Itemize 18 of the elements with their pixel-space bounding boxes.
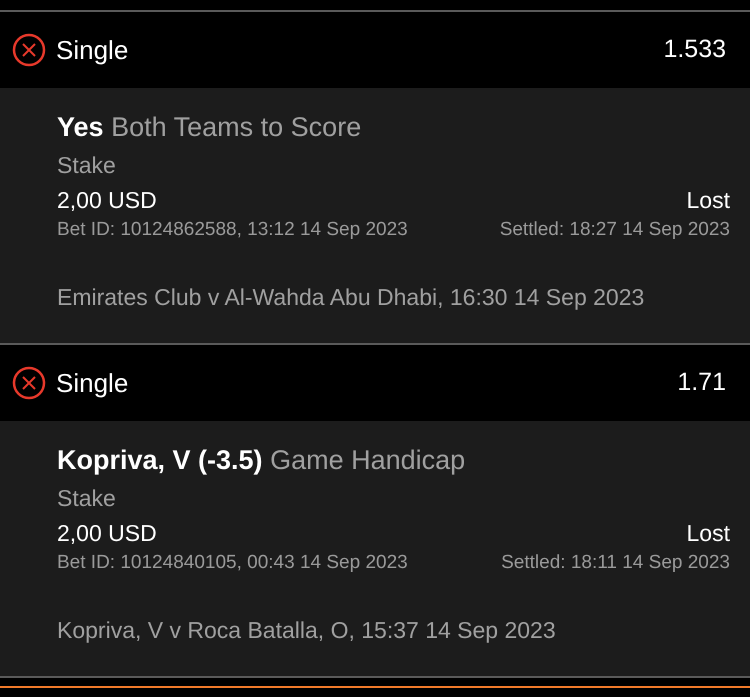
- stake-label: Stake: [57, 484, 116, 513]
- bet-type: Single: [56, 34, 128, 66]
- stake-amount: 2,00 USD: [57, 186, 157, 215]
- bet-id: Bet ID: 10124840105, 00:43 14 Sep 2023: [57, 551, 408, 575]
- bet-selection: Kopriva, V (-3.5) Game Handicap: [57, 444, 466, 477]
- settled-time: Settled: 18:11 14 Sep 2023: [501, 551, 730, 575]
- stake-amount: 2,00 USD: [57, 519, 157, 548]
- bet-odds: 1.533: [663, 34, 726, 66]
- bet-odds: 1.71: [677, 367, 726, 398]
- event-name: Emirates Club v Al-Wahda Abu Dhabi, 16:30 14 Sep 2023: [57, 283, 644, 312]
- bet-selection: Yes Both Teams to Score: [57, 111, 362, 144]
- bet-id: Bet ID: 10124862588, 13:12 14 Sep 2023: [57, 218, 408, 242]
- stake-label: Stake: [57, 151, 116, 180]
- event-name: Kopriva, V v Roca Batalla, O, 15:37 14 Sep 2023: [57, 616, 556, 645]
- bet-result: Lost: [686, 186, 730, 215]
- settled-time: Settled: 18:27 14 Sep 2023: [500, 218, 730, 242]
- bet-type: Single: [56, 366, 128, 400]
- bet-result: Lost: [686, 519, 730, 548]
